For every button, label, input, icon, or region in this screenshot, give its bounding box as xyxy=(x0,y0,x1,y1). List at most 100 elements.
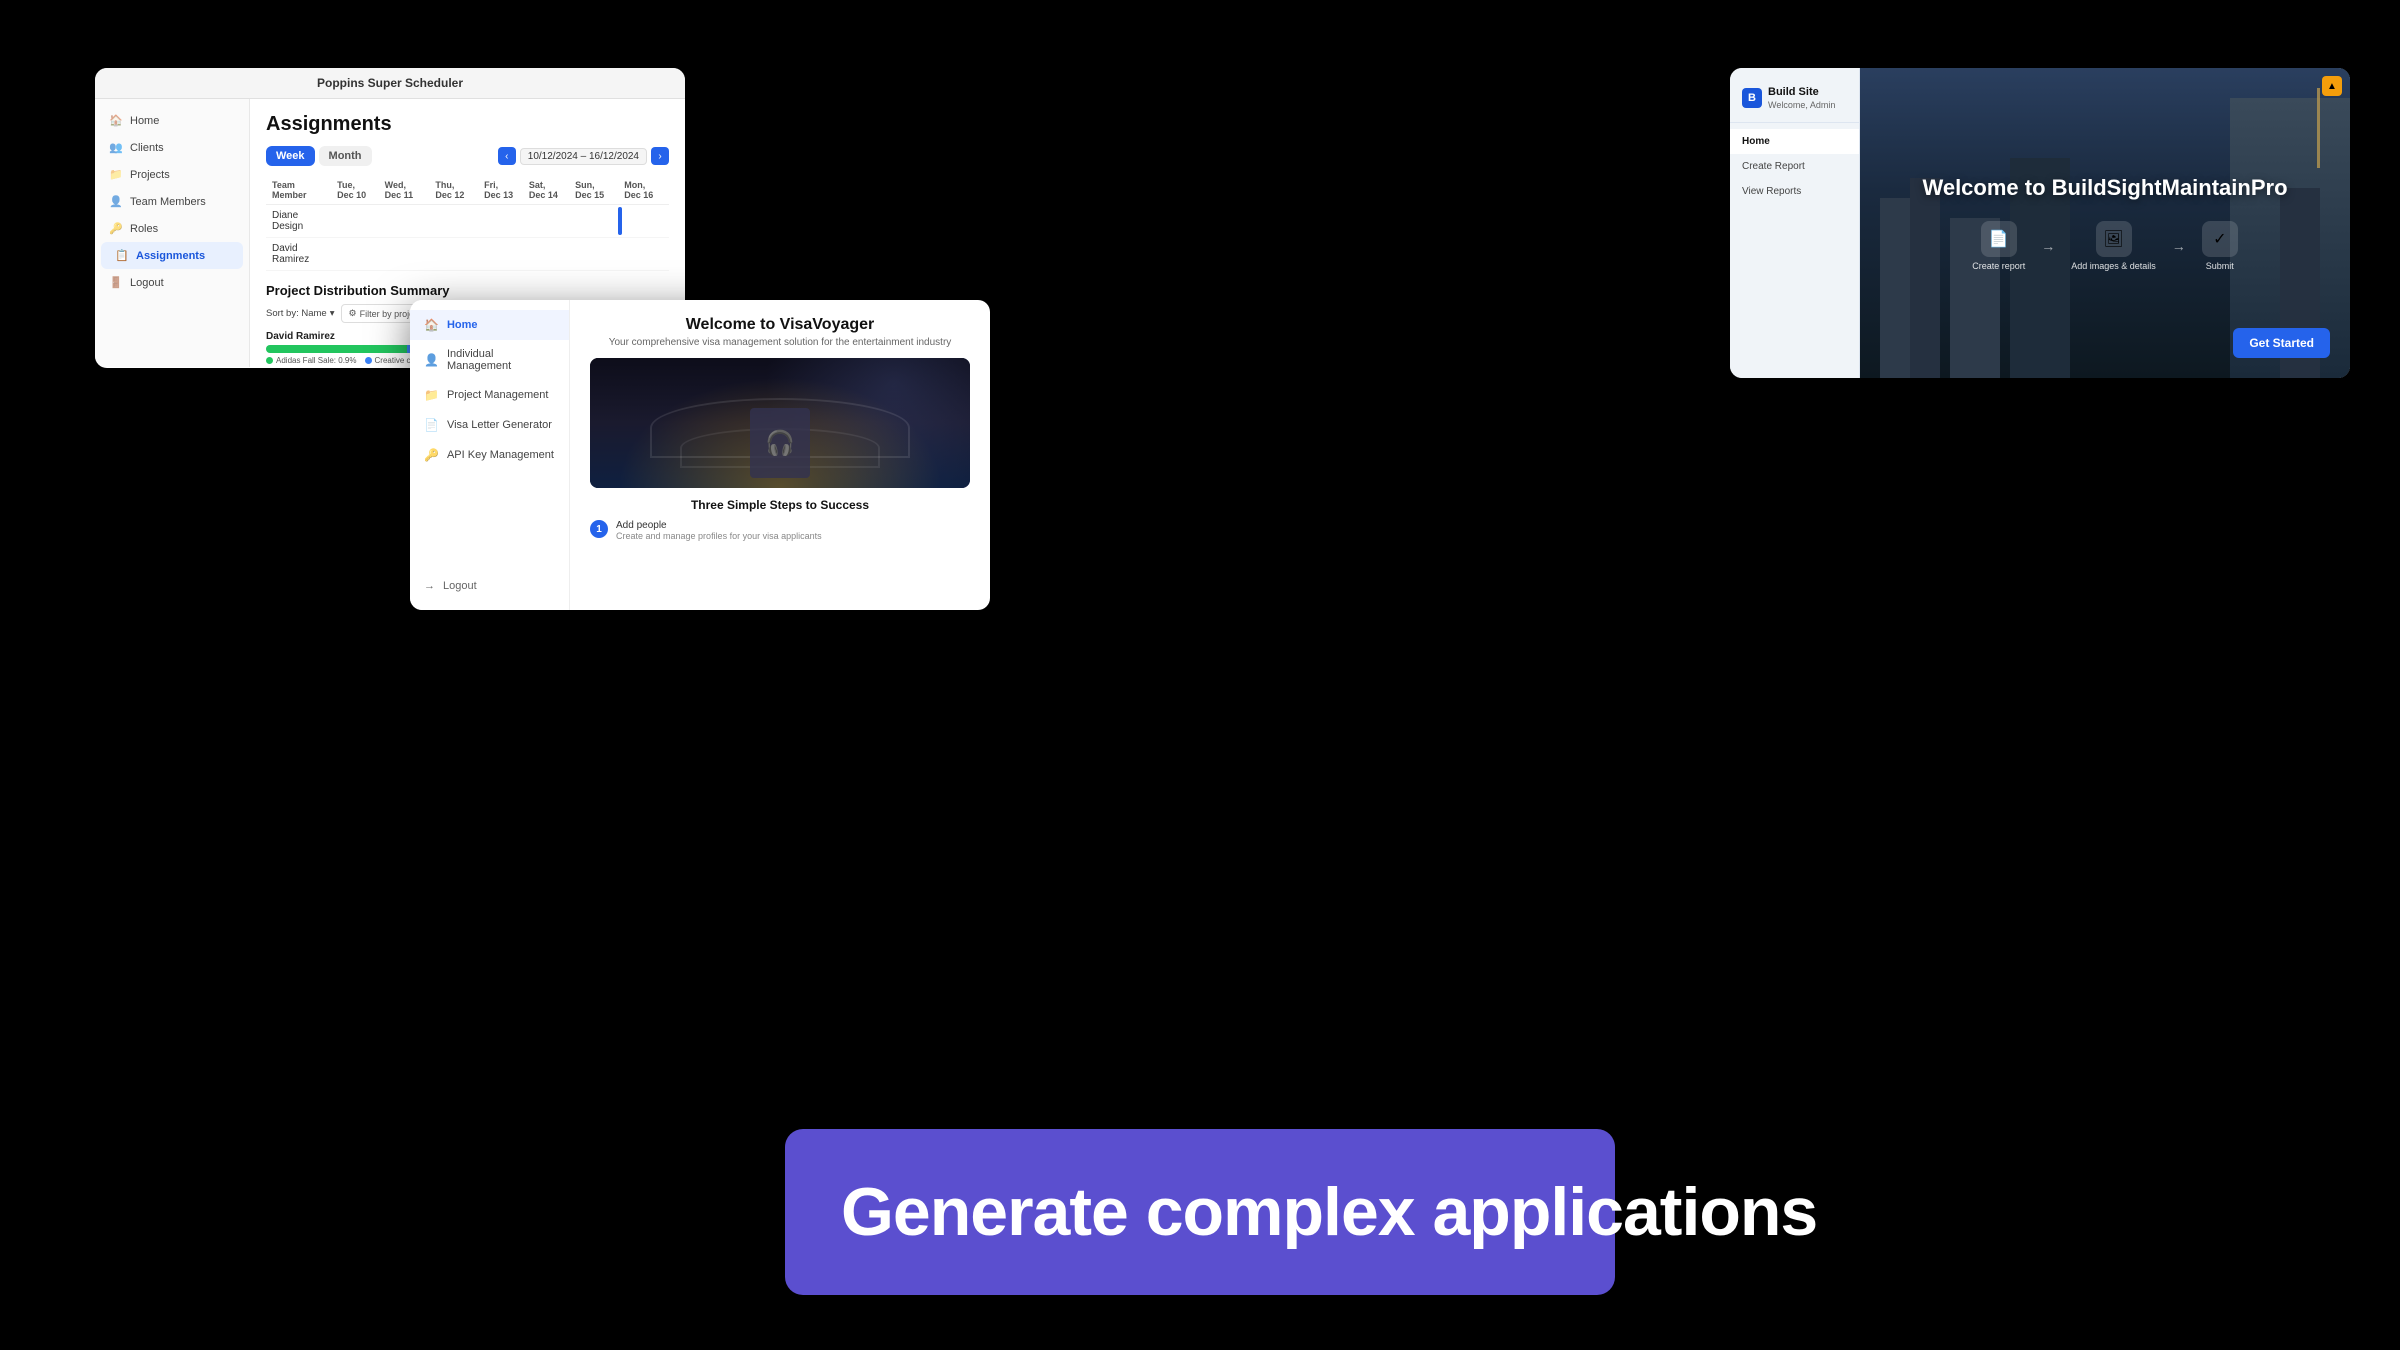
sidebar-item-label: Assignments xyxy=(136,250,205,262)
visa-window: 🏠 Home 👤 Individual Management 📁 Project… xyxy=(410,300,990,610)
sidebar-item-assignments[interactable]: 📋 Assignments xyxy=(101,242,243,269)
legend-label: Adidas Fall Sale: 0.9% xyxy=(276,356,357,365)
buildsight-sidebar: B Build Site Welcome, Admin Home Create … xyxy=(1730,68,1860,378)
prev-date-button[interactable]: ‹ xyxy=(498,147,516,165)
create-report-icon: 📄 xyxy=(1981,221,2017,257)
nav-label: Visa Letter Generator xyxy=(447,419,552,431)
visa-hero-image: 🎧 xyxy=(590,358,970,488)
bs-step-3: ✓ Submit xyxy=(2202,221,2238,271)
buildsight-content: Welcome to BuildSightMaintainPro 📄 Creat… xyxy=(1860,68,2350,378)
visa-main-content: Welcome to VisaVoyager Your comprehensiv… xyxy=(570,300,990,610)
visa-nav-project[interactable]: 📁 Project Management xyxy=(410,380,569,410)
col-sun: Sun, Dec 15 xyxy=(569,176,618,205)
visa-app-subtitle: Your comprehensive visa management solut… xyxy=(590,337,970,348)
visa-steps-title: Three Simple Steps to Success xyxy=(590,498,970,512)
table-row: Diane Design xyxy=(266,205,669,238)
visa-sidebar: 🏠 Home 👤 Individual Management 📁 Project… xyxy=(410,300,570,610)
sort-chevron-icon: ▾ xyxy=(330,308,335,319)
sort-control[interactable]: Sort by: Name ▾ xyxy=(266,308,335,319)
visa-nav-api[interactable]: 🔑 API Key Management xyxy=(410,440,569,470)
step-title: Add people xyxy=(616,520,822,531)
col-wed: Wed, Dec 11 xyxy=(379,176,430,205)
bs-nav-view-reports[interactable]: View Reports xyxy=(1730,179,1859,204)
visa-nav-letter[interactable]: 📄 Visa Letter Generator xyxy=(410,410,569,440)
sidebar-item-label: Home xyxy=(130,115,159,127)
page-title: Assignments xyxy=(266,113,669,136)
team-icon: 👤 xyxy=(109,195,122,208)
buildsight-window: B Build Site Welcome, Admin Home Create … xyxy=(1730,68,2350,378)
submit-icon: ✓ xyxy=(2202,221,2238,257)
individual-icon: 👤 xyxy=(424,353,439,367)
visa-hero-figure: 🎧 xyxy=(750,408,810,478)
col-sat: Sat, Dec 14 xyxy=(523,176,569,205)
poppins-sidebar: 🏠 Home 👥 Clients 📁 Projects 👤 Team Membe… xyxy=(95,99,250,367)
member-name: David Ramirez xyxy=(266,238,331,271)
bs-hero-title: Welcome to BuildSightMaintainPro xyxy=(1922,175,2287,201)
visa-step-item: 1 Add people Create and manage profiles … xyxy=(590,520,970,541)
logout-label: Logout xyxy=(443,580,477,592)
bs-logo-area: B Build Site Welcome, Admin xyxy=(1730,78,1859,123)
nav-label: API Key Management xyxy=(447,449,554,461)
sort-label: Sort by: Name xyxy=(266,308,327,319)
logout-icon: 🚪 xyxy=(109,276,122,289)
home-icon: 🏠 xyxy=(109,114,122,127)
bs-hero-image: Welcome to BuildSightMaintainPro 📄 Creat… xyxy=(1860,68,2350,378)
col-mon: Mon, Dec 16 xyxy=(618,176,669,205)
view-tabs: Week Month ‹ 10/12/2024 – 16/12/2024 › xyxy=(266,146,669,166)
sidebar-item-label: Logout xyxy=(130,277,164,289)
visa-logout[interactable]: → Logout xyxy=(410,572,570,600)
sidebar-item-label: Projects xyxy=(130,169,170,181)
bs-step-1: 📄 Create report xyxy=(1972,221,2025,271)
sidebar-item-roles[interactable]: 🔑 Roles xyxy=(95,215,249,242)
sidebar-item-clients[interactable]: 👥 Clients xyxy=(95,134,249,161)
generate-banner: Generate complex applications xyxy=(785,1129,1615,1295)
bs-step-label: Add images & details xyxy=(2071,261,2156,271)
filter-icon: ⚙ xyxy=(349,308,357,319)
step-description: Create and manage profiles for your visa… xyxy=(616,531,822,541)
home-icon: 🏠 xyxy=(424,318,439,332)
next-date-button[interactable]: › xyxy=(651,147,669,165)
bs-step-label: Submit xyxy=(2206,261,2234,271)
step-arrow-icon: → xyxy=(2041,238,2055,254)
banner-text: Generate complex applications xyxy=(841,1173,1559,1251)
visa-nav-individual[interactable]: 👤 Individual Management xyxy=(410,340,569,380)
legend-dot-blue xyxy=(365,357,372,364)
roles-icon: 🔑 xyxy=(109,222,122,235)
tab-week[interactable]: Week xyxy=(266,146,315,166)
api-icon: 🔑 xyxy=(424,448,439,462)
bs-nav-home[interactable]: Home xyxy=(1730,129,1859,154)
bs-hero-overlay: Welcome to BuildSightMaintainPro 📄 Creat… xyxy=(1922,175,2287,271)
table-row: David Ramirez xyxy=(266,238,669,271)
col-team-member: Team Member xyxy=(266,176,331,205)
bs-step-2: 🖼 Add images & details xyxy=(2071,221,2156,271)
project-icon: 📁 xyxy=(424,388,439,402)
bs-welcome-text: Welcome, Admin xyxy=(1768,100,1835,110)
bs-logo-icon: B xyxy=(1742,88,1762,108)
poppins-titlebar: Poppins Super Scheduler xyxy=(95,68,685,99)
sidebar-item-label: Clients xyxy=(130,142,164,154)
legend-dot-green xyxy=(266,357,273,364)
logout-icon: → xyxy=(424,580,435,592)
sidebar-item-logout[interactable]: 🚪 Logout xyxy=(95,269,249,296)
visa-app-title: Welcome to VisaVoyager xyxy=(590,316,970,334)
step-arrow-icon: → xyxy=(2172,238,2186,254)
date-navigator: ‹ 10/12/2024 – 16/12/2024 › xyxy=(498,147,669,165)
nav-label: Project Management xyxy=(447,389,549,401)
sidebar-item-label: Roles xyxy=(130,223,158,235)
sidebar-item-projects[interactable]: 📁 Projects xyxy=(95,161,249,188)
member-name: Diane Design xyxy=(266,205,331,238)
tab-month[interactable]: Month xyxy=(319,146,372,166)
clients-icon: 👥 xyxy=(109,141,122,154)
visa-nav-home[interactable]: 🏠 Home xyxy=(410,310,569,340)
sidebar-item-home[interactable]: 🏠 Home xyxy=(95,107,249,134)
assignments-icon: 📋 xyxy=(115,249,128,262)
nav-label: Home xyxy=(447,319,478,331)
projects-icon: 📁 xyxy=(109,168,122,181)
bs-nav-create-report[interactable]: Create Report xyxy=(1730,154,1859,179)
sidebar-item-label: Team Members xyxy=(130,196,206,208)
sidebar-item-team-members[interactable]: 👤 Team Members xyxy=(95,188,249,215)
nav-label: Individual Management xyxy=(447,348,555,372)
col-fri: Fri, Dec 13 xyxy=(478,176,523,205)
step-number: 1 xyxy=(590,520,608,538)
get-started-button[interactable]: Get Started xyxy=(2233,328,2330,358)
